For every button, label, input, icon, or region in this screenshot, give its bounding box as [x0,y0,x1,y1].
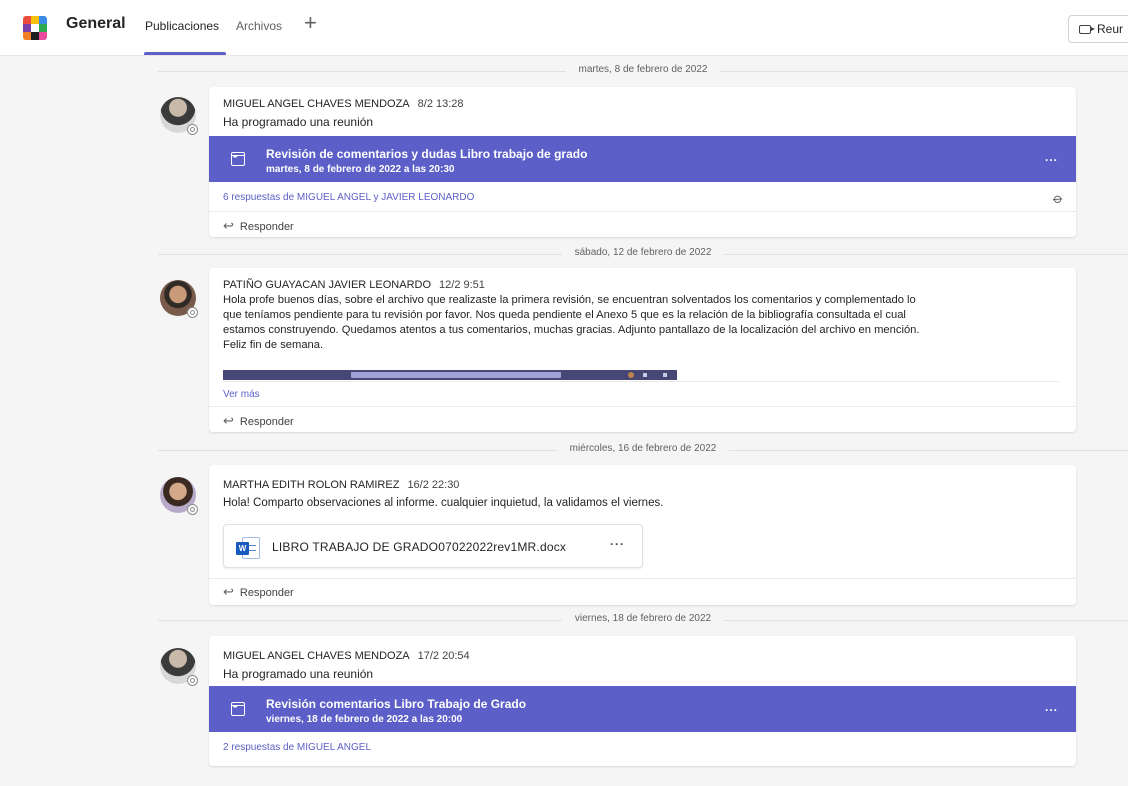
meeting-card[interactable]: Revisión de comentarios y dudas Libro tr… [209,136,1076,182]
meeting-datetime: viernes, 18 de febrero de 2022 a las 20:… [266,714,463,725]
reply-arrow-icon: ↩ [223,584,234,599]
meeting-title: Revisión comentarios Libro Trabajo de Gr… [266,697,527,711]
post-body-line: Hola profe buenos días, sobre el archivo… [223,294,916,306]
author-name: MIGUEL ANGEL CHAVES MENDOZA [223,650,410,662]
meeting-datetime: martes, 8 de febrero de 2022 a las 20:30 [266,164,455,175]
plus-icon[interactable]: + [304,12,317,34]
more-options-icon[interactable]: ... [1045,150,1058,164]
calendar-icon [231,702,245,716]
reply-button[interactable]: ↩ Responder [223,413,294,429]
post-header: PATIÑO GUAYACAN JAVIER LEONARDO 12/2 9:51 [223,279,485,291]
date-separator: sábado, 12 de febrero de 2022 [158,247,1128,261]
date-separator: viernes, 18 de febrero de 2022 [158,613,1128,627]
avatar[interactable] [158,278,198,318]
screenshot-preview[interactable] [223,370,677,380]
replies-link[interactable]: 6 respuestas de MIGUEL ANGEL y JAVIER LE… [223,192,474,203]
date-separator: miércoles, 16 de febrero de 2022 [158,443,1128,457]
attachment-icon: ⌀ [1049,189,1067,207]
date-separator-label: viernes, 18 de febrero de 2022 [561,613,725,624]
reply-arrow-icon: ↩ [223,413,234,428]
reply-label: Responder [239,587,294,599]
reply-arrow-icon: ↩ [223,218,234,233]
active-tab-indicator [144,52,226,55]
replies-link[interactable]: 2 respuestas de MIGUEL ANGEL [223,742,371,753]
date-separator: martes, 8 de febrero de 2022 [158,64,1128,78]
post-card: PATIÑO GUAYACAN JAVIER LEONARDO 12/2 9:51… [209,268,1076,432]
post-body: Hola profe buenos días, sobre el archivo… [223,293,1068,353]
status-offline-icon [187,124,198,135]
post-body-line: que teníamos pendiente para tu revisión … [223,309,906,321]
status-offline-icon [187,504,198,515]
post-header: MIGUEL ANGEL CHAVES MENDOZA 8/2 13:28 [223,98,464,110]
post-time: 12/2 9:51 [439,279,485,291]
author-name: PATIÑO GUAYACAN JAVIER LEONARDO [223,279,432,291]
post-card: MIGUEL ANGEL CHAVES MENDOZA 8/2 13:28 Ha … [209,87,1076,237]
reply-label: Responder [239,221,294,233]
reply-button[interactable]: ↩ Responder [223,218,294,234]
post-header: MARTHA EDITH ROLON RAMIREZ 16/2 22:30 [223,479,459,491]
meeting-title: Revisión de comentarios y dudas Libro tr… [266,147,588,161]
meet-button-label: Reur [1097,22,1124,36]
post-body: Ha programado una reunión [223,667,374,681]
avatar[interactable] [158,646,198,686]
reply-button[interactable]: ↩ Responder [223,584,294,600]
status-offline-icon [187,307,198,318]
status-offline-icon [187,675,198,686]
channel-header: General Publicaciones Archivos + Reur [0,0,1128,56]
date-separator-label: miércoles, 16 de febrero de 2022 [556,443,730,454]
post-body: Hola! Comparto observaciones al informe.… [223,497,664,509]
see-more-link[interactable]: Ver más [223,389,260,400]
post-body: Ha programado una reunión [223,115,374,129]
post-body-line: Feliz fin de semana. [223,339,324,351]
post-time: 8/2 13:28 [417,98,464,110]
meeting-card[interactable]: Revisión comentarios Libro Trabajo de Gr… [209,686,1076,732]
calendar-icon [231,152,245,166]
author-name: MARTHA EDITH ROLON RAMIREZ [223,479,400,491]
date-separator-label: sábado, 12 de febrero de 2022 [561,247,725,258]
tab-publicaciones[interactable]: Publicaciones [145,19,219,33]
author-name: MIGUEL ANGEL CHAVES MENDOZA [223,98,410,110]
avatar[interactable] [158,475,198,515]
more-options-icon[interactable]: ··· [610,537,625,551]
channel-title: General [66,15,126,32]
team-logo-icon[interactable] [23,16,47,40]
word-file-icon: W [236,537,260,559]
post-header: MIGUEL ANGEL CHAVES MENDOZA 17/2 20:54 [223,650,470,662]
file-attachment[interactable]: W LIBRO TRABAJO DE GRADO07022022rev1MR.d… [223,524,643,568]
meet-button[interactable]: Reur [1068,15,1128,43]
file-name: LIBRO TRABAJO DE GRADO07022022rev1MR.doc… [272,540,567,554]
avatar[interactable] [158,95,198,135]
post-card: MARTHA EDITH ROLON RAMIREZ 16/2 22:30 Hol… [209,465,1076,605]
video-camera-icon [1079,24,1095,34]
post-time: 17/2 20:54 [417,650,470,662]
date-separator-label: martes, 8 de febrero de 2022 [565,64,721,75]
reply-label: Responder [239,416,294,428]
post-time: 16/2 22:30 [407,479,460,491]
more-options-icon[interactable]: ... [1045,700,1058,714]
post-card: MIGUEL ANGEL CHAVES MENDOZA 17/2 20:54 Ha… [209,636,1076,766]
post-body-line: estamos construyendo. Quedamos atentos a… [223,324,920,336]
tab-archivos[interactable]: Archivos [236,19,282,33]
